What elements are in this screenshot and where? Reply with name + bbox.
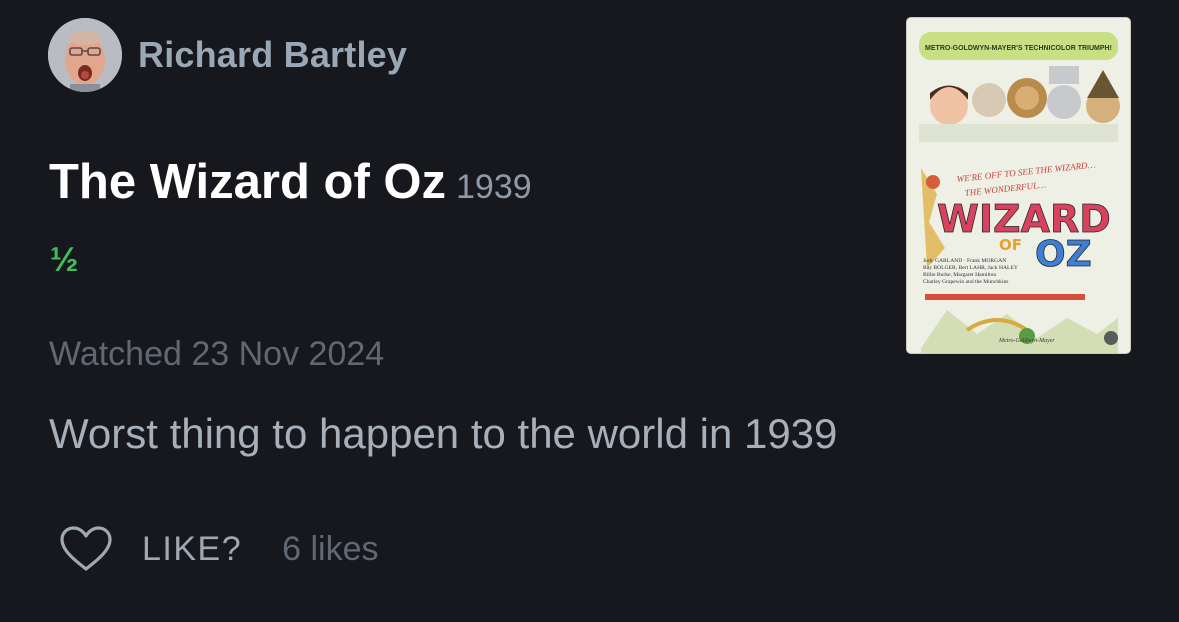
rating-stars: ½ — [50, 241, 79, 279]
poster-title-word3: OZ — [1035, 234, 1092, 275]
poster-artwork: METRO-GOLDWYN-MAYER'S TECHNICOLOR TRIUMP… — [907, 18, 1130, 353]
avatar[interactable] — [48, 18, 122, 92]
film-year[interactable]: 1939 — [456, 168, 532, 207]
avatar-image — [48, 18, 122, 92]
poster-credits-1: Judy GARLAND · Frank MORGAN — [923, 258, 1006, 264]
watched-date: Watched 23 Nov 2024 — [49, 335, 385, 373]
review-author[interactable]: Richard Bartley — [48, 18, 407, 92]
likes-count[interactable]: 6 likes — [282, 530, 378, 569]
like-actions: LIKE? 6 likes — [58, 524, 379, 574]
poster-title-word2: OF — [999, 236, 1022, 254]
film-title[interactable]: The Wizard of Oz — [49, 154, 446, 210]
heart-outline-icon[interactable] — [58, 524, 114, 574]
poster-studio: Metro-Goldwyn-Mayer — [998, 338, 1055, 344]
poster-credits-2: Ray BOLGER, Bert LAHR, Jack HALEY — [923, 265, 1018, 271]
author-name[interactable]: Richard Bartley — [138, 34, 407, 76]
film-poster[interactable]: METRO-GOLDWYN-MAYER'S TECHNICOLOR TRIUMP… — [906, 17, 1131, 354]
review-card: Richard Bartley The Wizard of Oz 1939 ½ … — [0, 0, 1179, 622]
poster-credits-4: Charley Grapewin and the Munchkins — [923, 279, 1008, 285]
poster-banner: METRO-GOLDWYN-MAYER'S TECHNICOLOR TRIUMP… — [925, 45, 1112, 52]
poster-credits-3: Billie Burke, Margaret Hamilton — [923, 272, 996, 278]
review-text: Worst thing to happen to the world in 19… — [49, 410, 838, 457]
like-button[interactable]: LIKE? — [142, 530, 242, 569]
film-heading: The Wizard of Oz 1939 — [49, 154, 532, 210]
